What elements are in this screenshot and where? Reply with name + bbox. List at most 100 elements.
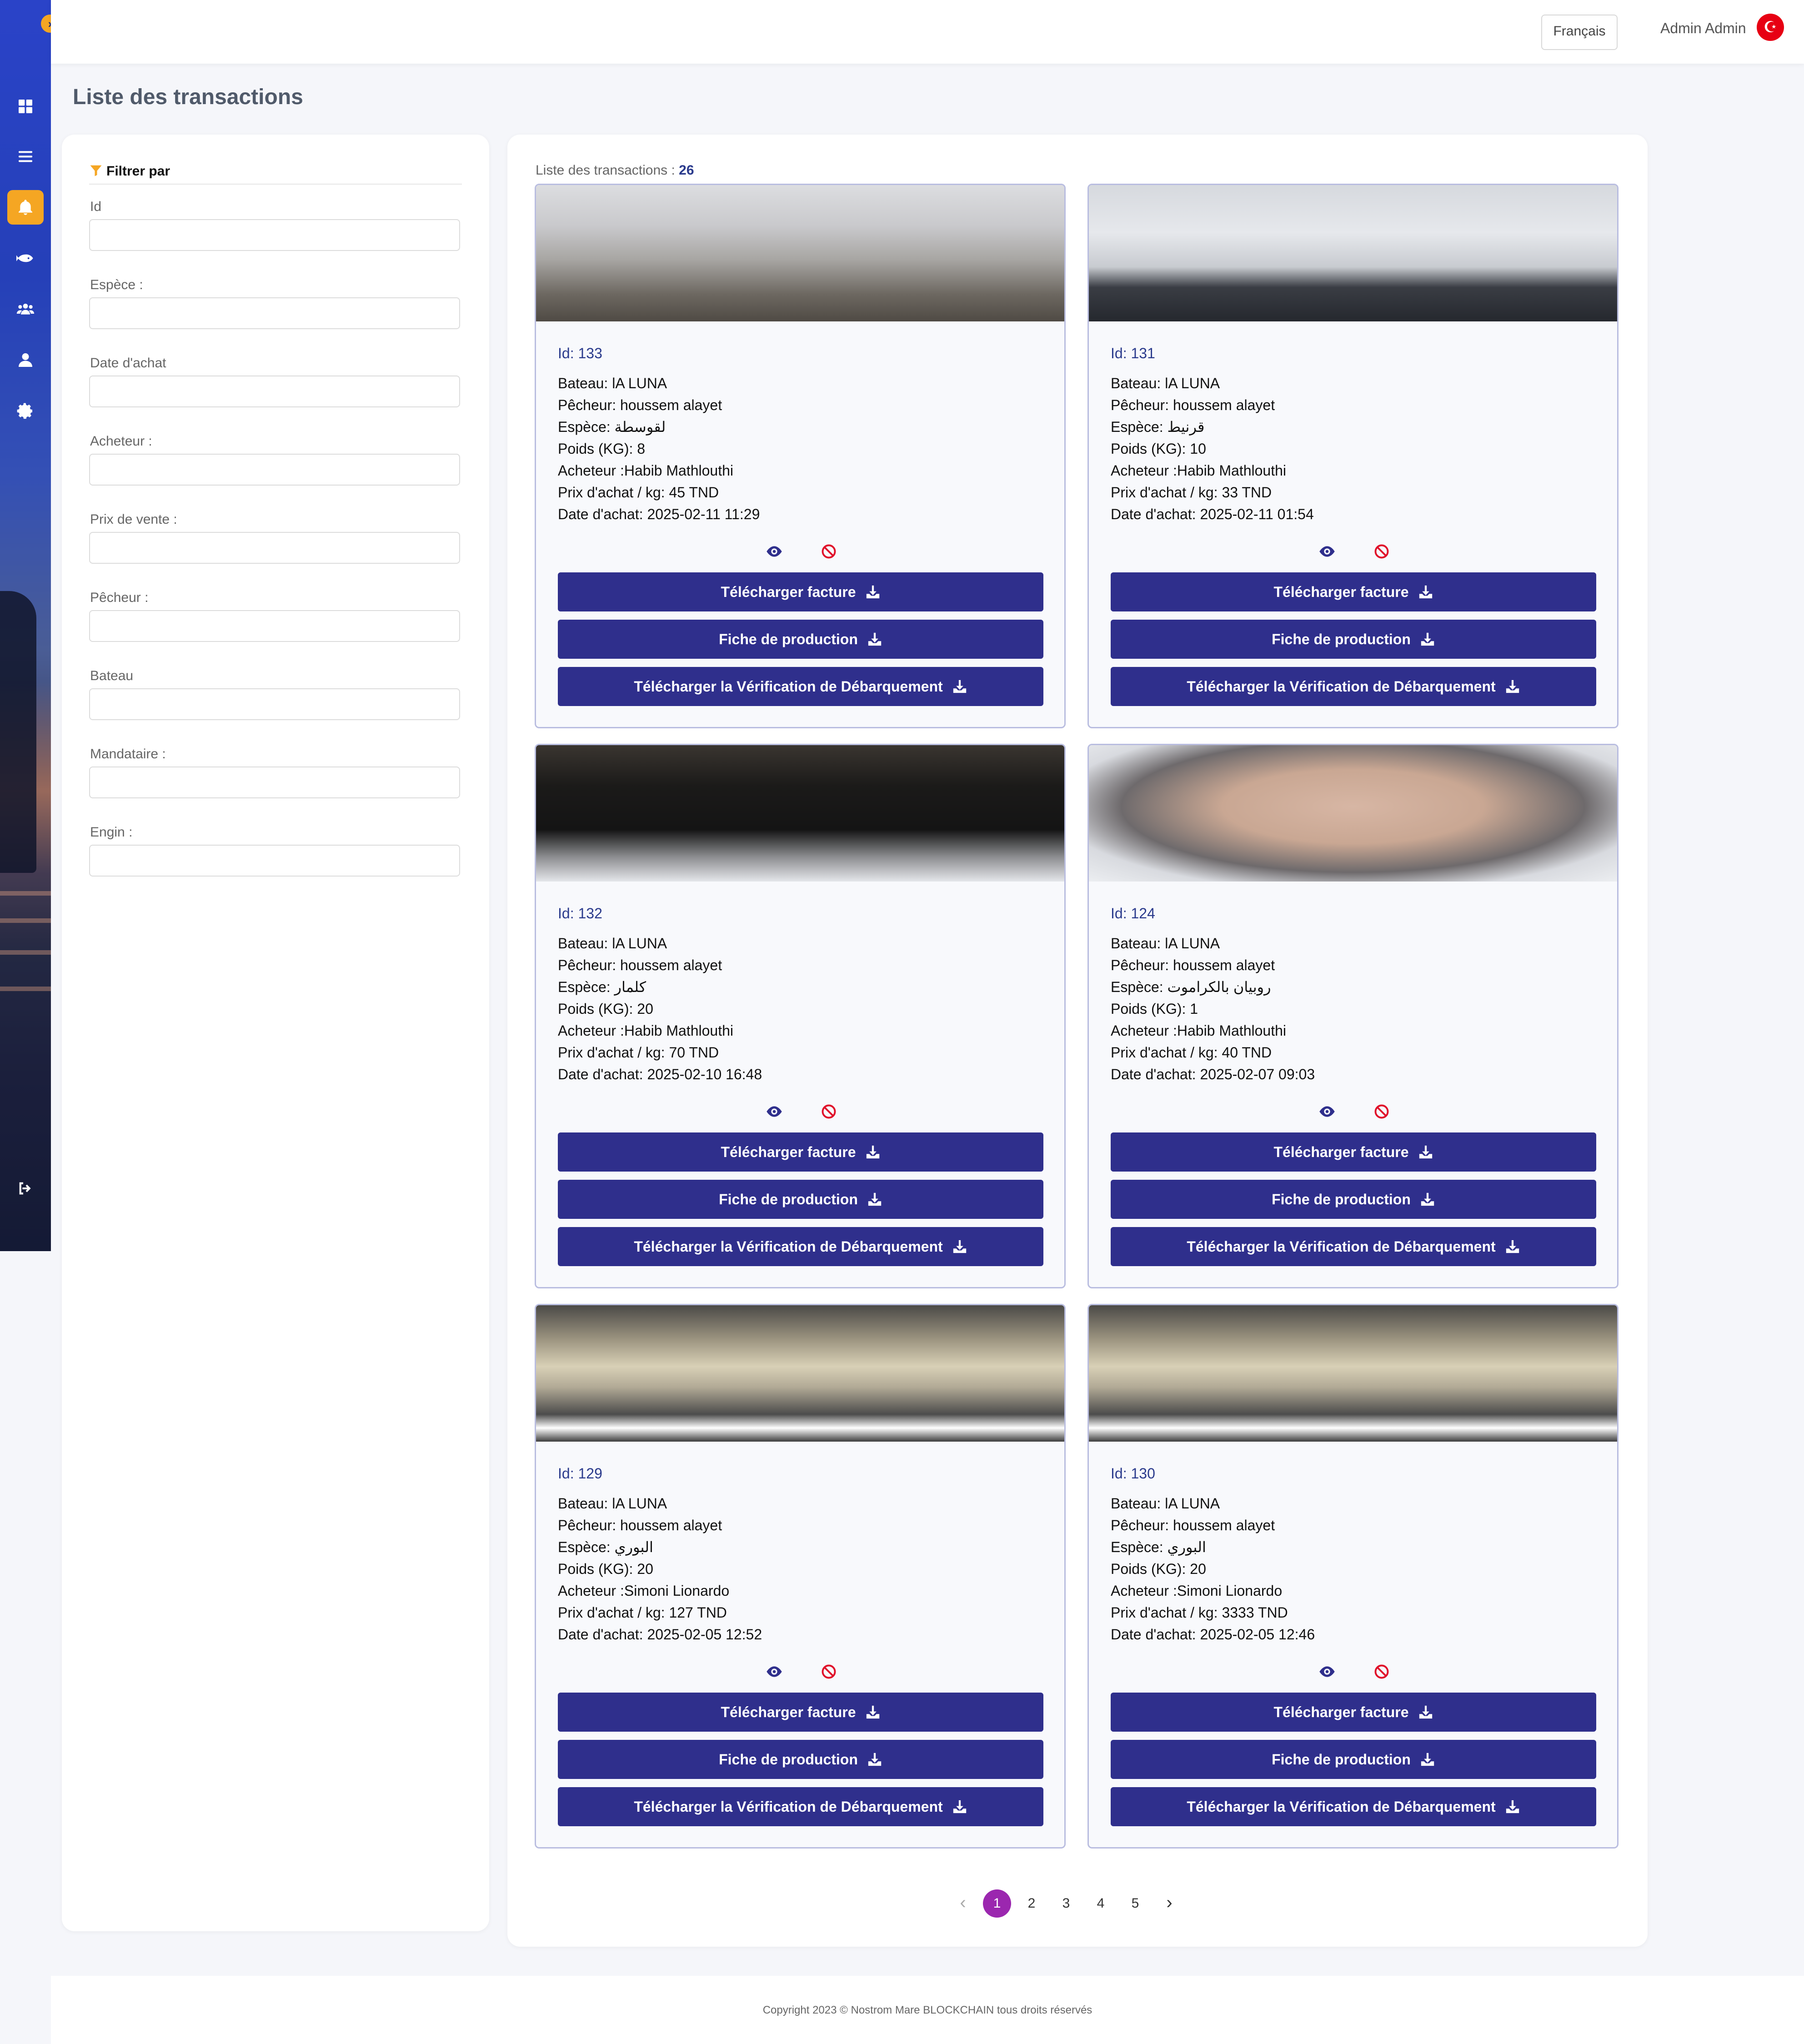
download-invoice-button[interactable]: Télécharger facture bbox=[1111, 1693, 1596, 1732]
sidebar-item-fish[interactable] bbox=[7, 241, 44, 276]
download-icon bbox=[1419, 585, 1432, 599]
catch-photo[interactable] bbox=[1089, 745, 1617, 882]
download-icon bbox=[868, 632, 882, 646]
grid-icon bbox=[19, 100, 32, 113]
espece-text: Espèce: لقوسطة bbox=[558, 419, 666, 435]
language-select[interactable]: Français bbox=[1541, 15, 1618, 50]
pagination-next[interactable]: › bbox=[1160, 1889, 1178, 1918]
production-sheet-button[interactable]: Fiche de production bbox=[1111, 620, 1596, 659]
espece-text: Espèce: روبيان بالكراموت bbox=[1111, 979, 1271, 995]
gear-icon bbox=[17, 403, 32, 419]
transaction-card: Id: 132 Bateau: lA LUNA Pêcheur: houssem… bbox=[535, 744, 1066, 1288]
sidebar-item-list[interactable] bbox=[7, 139, 44, 174]
download-verification-label: Télécharger la Vérification de Débarquem… bbox=[634, 1798, 943, 1815]
catch-photo[interactable] bbox=[536, 745, 1064, 882]
download-invoice-label: Télécharger facture bbox=[721, 1703, 856, 1720]
download-icon bbox=[953, 680, 966, 693]
download-verification-button[interactable]: Télécharger la Vérification de Débarquem… bbox=[1111, 1227, 1596, 1266]
download-invoice-button[interactable]: Télécharger facture bbox=[558, 1693, 1043, 1732]
user-name[interactable]: Admin Admin bbox=[1660, 20, 1746, 37]
sidebar-item-dashboard[interactable] bbox=[7, 89, 44, 124]
sidebar-item-users[interactable] bbox=[7, 292, 44, 326]
pagination-page-2[interactable]: 2 bbox=[1017, 1889, 1046, 1918]
download-invoice-button[interactable]: Télécharger facture bbox=[558, 572, 1043, 611]
eye-icon[interactable] bbox=[1318, 1102, 1336, 1121]
eye-icon[interactable] bbox=[765, 542, 783, 561]
download-verification-button[interactable]: Télécharger la Vérification de Débarquem… bbox=[1111, 667, 1596, 706]
transaction-id: Id: 130 bbox=[1111, 1465, 1155, 1482]
ban-icon[interactable] bbox=[821, 543, 837, 560]
copyright-text: Copyright 2023 © Nostrom Mare BLOCKCHAIN… bbox=[762, 2004, 1092, 2016]
ban-icon[interactable] bbox=[1373, 1103, 1390, 1120]
download-icon bbox=[1421, 632, 1434, 646]
sidebar-background-ripple bbox=[0, 950, 51, 955]
acheteur-text: Acheteur :Habib Mathlouthi bbox=[558, 1022, 733, 1039]
ban-icon[interactable] bbox=[1373, 543, 1390, 560]
sidebar-item-settings[interactable] bbox=[7, 394, 44, 428]
filter-acheteur-input[interactable] bbox=[89, 454, 460, 486]
catch-photo[interactable] bbox=[536, 1305, 1064, 1442]
transaction-id: Id: 131 bbox=[1111, 345, 1155, 361]
filter-label-pecheur: Pêcheur : bbox=[90, 590, 149, 605]
eye-icon[interactable] bbox=[765, 1102, 783, 1121]
eye-icon[interactable] bbox=[765, 1663, 783, 1681]
transaction-id: Id: 132 bbox=[558, 905, 602, 922]
transaction-details: Bateau: lA LUNA Pêcheur: houssem alayet … bbox=[558, 1493, 762, 1645]
filter-mandataire-input[interactable] bbox=[89, 766, 460, 798]
transaction-details: Bateau: lA LUNA Pêcheur: houssem alayet … bbox=[558, 932, 762, 1085]
pagination-page-1[interactable]: 1 bbox=[983, 1889, 1011, 1918]
transaction-id: Id: 124 bbox=[1111, 905, 1155, 922]
filter-label-bateau: Bateau bbox=[90, 668, 134, 683]
acheteur-text: Acheteur :Simoni Lionardo bbox=[558, 1583, 730, 1599]
sidebar-item-profile[interactable] bbox=[7, 343, 44, 377]
bateau-text: Bateau: lA LUNA bbox=[558, 935, 667, 952]
prix-text: Prix d'achat / kg: 70 TND bbox=[558, 1044, 719, 1061]
filter-icon bbox=[90, 165, 102, 176]
sidebar-item-notifications[interactable] bbox=[7, 190, 44, 225]
ban-icon[interactable] bbox=[821, 1103, 837, 1120]
filter-pecheur-input[interactable] bbox=[89, 610, 460, 642]
sidebar-background-ripple bbox=[0, 987, 51, 991]
download-invoice-button[interactable]: Télécharger facture bbox=[1111, 572, 1596, 611]
date-text: Date d'achat: 2025-02-10 16:48 bbox=[558, 1066, 762, 1082]
filter-engin-input[interactable] bbox=[89, 845, 460, 877]
bateau-text: Bateau: lA LUNA bbox=[558, 375, 667, 391]
filter-date-input[interactable] bbox=[89, 376, 460, 407]
ban-icon[interactable] bbox=[1373, 1663, 1390, 1680]
tunisia-flag-icon[interactable]: ☪ bbox=[1757, 14, 1784, 41]
production-sheet-button[interactable]: Fiche de production bbox=[1111, 1740, 1596, 1779]
pecheur-text: Pêcheur: houssem alayet bbox=[558, 397, 722, 413]
download-verification-button[interactable]: Télécharger la Vérification de Débarquem… bbox=[558, 1227, 1043, 1266]
filter-prix-input[interactable] bbox=[89, 532, 460, 564]
date-text: Date d'achat: 2025-02-05 12:46 bbox=[1111, 1626, 1315, 1643]
filter-bateau-input[interactable] bbox=[89, 688, 460, 720]
catch-photo[interactable] bbox=[1089, 1305, 1617, 1442]
poids-text: Poids (KG): 20 bbox=[558, 1561, 653, 1577]
download-invoice-button[interactable]: Télécharger facture bbox=[1111, 1132, 1596, 1172]
download-verification-button[interactable]: Télécharger la Vérification de Débarquem… bbox=[558, 1787, 1043, 1826]
production-sheet-button[interactable]: Fiche de production bbox=[1111, 1180, 1596, 1219]
download-verification-button[interactable]: Télécharger la Vérification de Débarquem… bbox=[1111, 1787, 1596, 1826]
production-sheet-button[interactable]: Fiche de production bbox=[558, 620, 1043, 659]
pagination-prev[interactable]: ‹ bbox=[954, 1889, 972, 1918]
download-invoice-button[interactable]: Télécharger facture bbox=[558, 1132, 1043, 1172]
catch-photo[interactable] bbox=[536, 185, 1064, 321]
download-verification-button[interactable]: Télécharger la Vérification de Débarquem… bbox=[558, 667, 1043, 706]
catch-photo[interactable] bbox=[1089, 185, 1617, 321]
filter-espece-input[interactable] bbox=[89, 297, 460, 329]
eye-icon[interactable] bbox=[1318, 542, 1336, 561]
eye-icon[interactable] bbox=[1318, 1663, 1336, 1681]
production-sheet-button[interactable]: Fiche de production bbox=[558, 1740, 1043, 1779]
espece-text: Espèce: البوري bbox=[1111, 1539, 1206, 1555]
transaction-details: Bateau: lA LUNA Pêcheur: houssem alayet … bbox=[1111, 932, 1315, 1085]
pagination-page-3[interactable]: 3 bbox=[1052, 1889, 1080, 1918]
sidebar bbox=[0, 0, 51, 1251]
user-icon bbox=[19, 353, 32, 367]
transaction-details: Bateau: lA LUNA Pêcheur: houssem alayet … bbox=[1111, 372, 1314, 525]
pagination-page-5[interactable]: 5 bbox=[1121, 1889, 1149, 1918]
sidebar-item-logout[interactable] bbox=[7, 1171, 44, 1206]
filter-id-input[interactable] bbox=[89, 219, 460, 251]
pagination-page-4[interactable]: 4 bbox=[1087, 1889, 1115, 1918]
production-sheet-button[interactable]: Fiche de production bbox=[558, 1180, 1043, 1219]
ban-icon[interactable] bbox=[821, 1663, 837, 1680]
